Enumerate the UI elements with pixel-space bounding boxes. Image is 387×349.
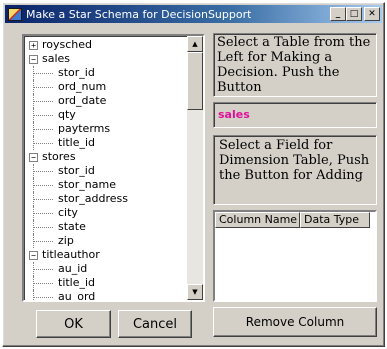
tree-node-label: stores [42, 150, 76, 163]
tree-connector-branch [33, 227, 53, 228]
tree-node-field[interactable]: stor_address [28, 192, 188, 206]
close-icon: ✕ [368, 9, 376, 19]
tree-connector-branch [33, 143, 53, 144]
column-header-data-type[interactable]: Data Type [300, 212, 370, 228]
column-header-name[interactable]: Column Name [215, 212, 300, 228]
selected-table-name: sales [218, 108, 250, 121]
tree-connector-branch [33, 283, 53, 284]
list-header: Column Name Data Type [215, 212, 375, 228]
tree-connector-branch [33, 101, 53, 102]
tree-node-label: city [58, 206, 78, 219]
tree-node-label: stor_address [58, 192, 129, 205]
minimize-button[interactable]: _ [330, 7, 346, 21]
collapse-icon[interactable]: − [29, 153, 38, 162]
remove-column-button[interactable]: Remove Column [213, 307, 377, 337]
tree-node-label: title_id [58, 276, 96, 289]
tree-connector-branch [33, 213, 53, 214]
tree-connector-branch [33, 185, 53, 186]
tree-connector-branch [33, 129, 53, 130]
dimension-field-list[interactable]: Column Name Data Type [213, 210, 377, 302]
scroll-down-icon: ▼ [192, 288, 198, 296]
scroll-up-icon: ▲ [192, 40, 198, 48]
tree-node-label: payterms [58, 122, 111, 135]
tree-node-field[interactable]: ord_date [28, 94, 188, 108]
tree-node-table[interactable]: − sales [28, 52, 188, 66]
app-icon [8, 7, 22, 21]
tree-node-label: titleauthor [42, 248, 100, 261]
tree-connector-branch [33, 297, 53, 298]
cancel-button[interactable]: Cancel [118, 310, 192, 338]
tree-connector-branch [33, 73, 53, 74]
scroll-down-button[interactable]: ▼ [187, 284, 203, 300]
tree-connector-branch [33, 269, 53, 270]
tree-connector-branch [33, 241, 53, 242]
window-title: Make a Star Schema for DecisionSupport [26, 7, 252, 21]
close-button[interactable]: ✕ [364, 7, 380, 21]
tree-node-field[interactable]: stor_id [28, 164, 188, 178]
table-tree-view[interactable]: + roysched − sales stor_id ord_num ord_date qty… [22, 34, 205, 302]
tree-node-field[interactable]: state [28, 220, 188, 234]
scroll-up-button[interactable]: ▲ [187, 36, 203, 52]
tree-node-field[interactable]: zip [28, 234, 188, 248]
tree-node-label: stor_id [58, 66, 95, 79]
tree-node-field[interactable]: city [28, 206, 188, 220]
tree-node-label: ord_date [58, 94, 107, 107]
selected-table-display: sales [213, 102, 377, 128]
tree-node-field[interactable]: ord_num [28, 80, 188, 94]
tree-node-label: title_id [58, 136, 96, 149]
tree-node-label: roysched [42, 38, 93, 51]
maximize-button[interactable]: □ [346, 7, 362, 21]
tree-node-field[interactable]: qty [28, 108, 188, 122]
tree-node-label: ord_num [58, 80, 107, 93]
tree-connector-line [33, 290, 34, 300]
tree-node-field[interactable]: au_ord [28, 290, 188, 302]
select-table-instruction: Select a Table from the Left for Making … [213, 33, 377, 97]
tree-node-label: qty [58, 108, 76, 121]
tree-node-label: sales [42, 52, 71, 65]
tree-node-table[interactable]: + roysched [28, 38, 188, 52]
tree-node-label: au_ord [58, 290, 96, 302]
tree-scrollbar[interactable]: ▲ ▼ [187, 36, 203, 300]
ok-button[interactable]: OK [36, 310, 111, 338]
tree-connector-branch [33, 87, 53, 88]
select-field-instruction: Select a Field for Dimension Table, Push… [213, 135, 377, 205]
tree-node-field[interactable]: au_id [28, 262, 188, 276]
maximize-icon: □ [349, 9, 359, 19]
tree-node-label: zip [58, 234, 74, 247]
tree-connector-branch [33, 199, 53, 200]
tree-node-label: state [58, 220, 86, 233]
tree-node-table[interactable]: − titleauthor [28, 248, 188, 262]
tree-node-table[interactable]: − stores [28, 150, 188, 164]
tree-connector-branch [33, 115, 53, 116]
tree-node-field[interactable]: stor_id [28, 66, 188, 80]
collapse-icon[interactable]: − [29, 55, 38, 64]
tree-node-label: stor_id [58, 164, 95, 177]
title-bar-buttons: _ □ ✕ [330, 7, 380, 21]
collapse-icon[interactable]: − [29, 251, 38, 260]
tree-node-field[interactable]: title_id [28, 276, 188, 290]
expand-icon[interactable]: + [29, 41, 38, 50]
tree-node-field[interactable]: payterms [28, 122, 188, 136]
title-bar[interactable]: Make a Star Schema for DecisionSupport _… [5, 5, 382, 23]
minimize-icon: _ [335, 9, 341, 19]
tree-node-list: + roysched − sales stor_id ord_num ord_date qty… [28, 38, 188, 302]
tree-connector-branch [33, 171, 53, 172]
tree-node-field[interactable]: stor_name [28, 178, 188, 192]
tree-node-label: stor_name [58, 178, 116, 191]
tree-node-field[interactable]: title_id [28, 136, 188, 150]
tree-node-label: au_id [58, 262, 88, 275]
scroll-thumb[interactable] [187, 52, 203, 110]
